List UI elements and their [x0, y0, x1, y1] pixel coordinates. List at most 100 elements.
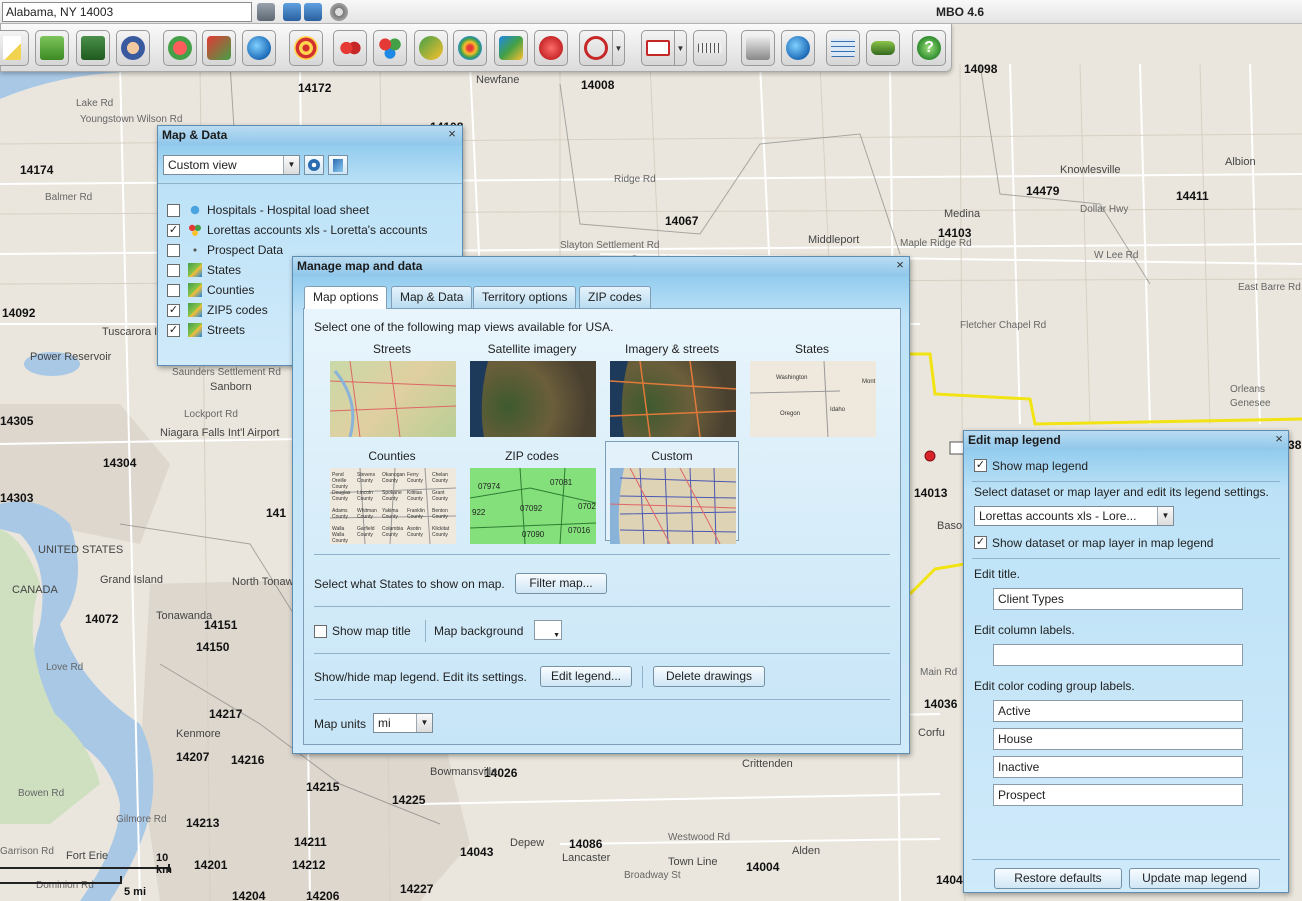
address-search-input[interactable]	[2, 2, 252, 22]
save-button[interactable]	[76, 30, 110, 66]
edit-legend-button[interactable]: Edit legend...	[540, 666, 632, 687]
view-thumb-streets[interactable]	[330, 361, 456, 437]
layer-checkbox[interactable]	[167, 243, 180, 257]
zip-thumb-code: 07016	[568, 526, 591, 535]
layer-row[interactable]: Prospect Data	[167, 241, 283, 259]
export-button[interactable]	[781, 30, 815, 66]
place-label: Sanborn	[210, 381, 252, 393]
scale-km-label: 10 km	[156, 852, 172, 876]
print-button[interactable]	[741, 30, 775, 66]
layer-row[interactable]: ✓ Lorettas accounts xls - Loretta's accou…	[167, 221, 427, 239]
table-button[interactable]	[826, 30, 860, 66]
manage-close-icon[interactable]: ×	[894, 258, 906, 271]
road-label: Garrison Rd	[0, 846, 54, 857]
map-units-label: Map units	[314, 717, 367, 731]
overlap-button[interactable]	[373, 30, 407, 66]
view-select[interactable]: Custom view ▼	[163, 155, 300, 175]
county-name: Walla Walla County	[332, 526, 348, 544]
group-label-input-active[interactable]: Active	[993, 700, 1243, 722]
legend-close-icon[interactable]: ×	[1273, 432, 1285, 445]
add-pin-button[interactable]	[163, 30, 197, 66]
proximity-button[interactable]	[333, 30, 367, 66]
layer-checkbox[interactable]: ✓	[167, 323, 180, 337]
restore-defaults-button[interactable]: Restore defaults	[994, 868, 1122, 889]
delete-drawings-button[interactable]: Delete drawings	[653, 666, 765, 687]
tab-map-options[interactable]: Map options	[304, 286, 388, 309]
map-units-value: mi	[378, 716, 391, 730]
draw-dropdown[interactable]: ▼	[613, 30, 625, 66]
zip-label: 14213	[186, 816, 220, 830]
map-background-color-picker[interactable]: ▼	[534, 620, 562, 640]
tools-icon	[333, 159, 343, 172]
delete-button[interactable]	[534, 30, 568, 66]
dataset-select[interactable]: Lorettas accounts xls - Lore... ▼	[974, 506, 1174, 526]
radius-button[interactable]	[289, 30, 323, 66]
text-dropdown[interactable]: ▼	[675, 30, 687, 66]
open-button[interactable]	[35, 30, 69, 66]
layer-row[interactable]: States	[167, 261, 241, 279]
column-labels-input[interactable]	[993, 644, 1243, 666]
view-thumb-custom[interactable]	[610, 468, 736, 544]
draw-button[interactable]	[579, 30, 613, 66]
group-label-input-inactive[interactable]: Inactive	[993, 756, 1243, 778]
layer-row[interactable]: ✓ ZIP5 codes	[167, 301, 268, 319]
view-label-imagery-streets: Imagery & streets	[624, 342, 720, 356]
layer-checkbox[interactable]	[167, 263, 180, 277]
view-thumb-satellite[interactable]	[470, 361, 596, 437]
territories-button[interactable]	[494, 30, 528, 66]
update-map-legend-button[interactable]: Update map legend	[1129, 868, 1260, 889]
layer-row[interactable]: Counties	[167, 281, 254, 299]
layer-checkbox[interactable]: ✓	[167, 223, 180, 237]
users-button[interactable]	[116, 30, 150, 66]
layer-checkbox[interactable]	[167, 283, 180, 297]
place-label: Lancaster	[562, 852, 611, 864]
view-settings-button[interactable]	[304, 155, 324, 175]
map-units-select[interactable]: mi ▼	[373, 713, 433, 733]
view-thumb-imagery-streets[interactable]	[610, 361, 736, 437]
measure-button[interactable]	[693, 30, 727, 66]
place-label: Medina	[944, 208, 981, 220]
states-filter-label: Select what States to show on map.	[314, 577, 505, 591]
tab-map-data[interactable]: Map & Data	[391, 286, 473, 308]
zip-label: 14225	[392, 793, 426, 807]
text-button[interactable]	[641, 30, 675, 66]
legend-title-input[interactable]: Client Types	[993, 588, 1243, 610]
states-thumb-oregon: Oregon	[780, 411, 801, 417]
globe-add-button[interactable]	[242, 30, 276, 66]
layer-checkbox[interactable]	[167, 203, 180, 217]
group-label-input-prospect[interactable]: Prospect	[993, 784, 1243, 806]
add-territory-button[interactable]	[202, 30, 236, 66]
county-name: Pend Oreille County	[332, 472, 348, 490]
show-dataset-checkbox[interactable]: ✓	[974, 536, 987, 549]
view-label-counties: Counties	[368, 449, 416, 463]
area-button[interactable]	[414, 30, 448, 66]
tab-zip-codes[interactable]: ZIP codes	[579, 286, 651, 308]
view-thumb-zip-codes[interactable]: 07974 07081 922 07092 0702 07090 07016	[470, 468, 596, 544]
view-thumb-states[interactable]: Washington Oregon Idaho Mont	[750, 361, 876, 437]
layer-checkbox[interactable]: ✓	[167, 303, 180, 317]
search-icon[interactable]	[257, 3, 275, 21]
county-name: Franklin County	[407, 508, 425, 520]
new-map-button[interactable]	[0, 30, 29, 66]
zip-label: 14043	[460, 845, 494, 859]
road-label: Gilmore Rd	[116, 814, 167, 825]
gear-icon[interactable]	[330, 3, 348, 21]
show-map-legend-checkbox[interactable]: ✓	[974, 459, 987, 472]
forward-icon[interactable]	[304, 3, 322, 21]
show-map-title-checkbox[interactable]	[314, 625, 327, 638]
layer-row[interactable]: Hospitals - Hospital load sheet	[167, 201, 369, 219]
layer-row[interactable]: ✓ Streets	[167, 321, 245, 339]
zip-label: 14150	[196, 640, 230, 654]
heatmap-button[interactable]	[453, 30, 487, 66]
county-name: Yakima County	[382, 508, 399, 520]
help-button[interactable]: ?	[912, 30, 946, 66]
tab-territory-options[interactable]: Territory options	[473, 286, 577, 308]
edit-map-legend-panel: Edit map legend × ✓ Show map legend Sele…	[963, 430, 1289, 893]
view-tools-button[interactable]	[328, 155, 348, 175]
map-data-close-icon[interactable]: ×	[446, 127, 458, 140]
back-icon[interactable]	[283, 3, 301, 21]
group-label-input-house[interactable]: House	[993, 728, 1243, 750]
route-button[interactable]	[866, 30, 900, 66]
filter-map-button[interactable]: Filter map...	[515, 573, 607, 594]
view-thumb-counties[interactable]: Pend Oreille County Stevens County Okanoga…	[330, 468, 456, 544]
